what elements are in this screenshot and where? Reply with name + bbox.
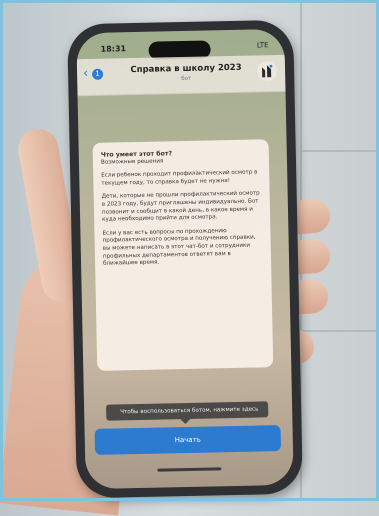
status-time: 18:31 bbox=[100, 44, 127, 54]
start-tooltip: Чтобы воспользоваться ботом, нажмите зде… bbox=[106, 401, 269, 421]
bot-avatar-glyph bbox=[262, 64, 273, 78]
status-indicators: LTE bbox=[256, 41, 269, 50]
bubble-paragraph-3: Если у вас есть вопросы по прохождению п… bbox=[102, 227, 256, 267]
chat-title: Справка в школу 2023 bbox=[130, 62, 242, 76]
chat-header: ‹ 1 Справка в школу 2023 бот bbox=[76, 54, 286, 97]
back-chevron-icon[interactable]: ‹ bbox=[83, 66, 89, 81]
start-button[interactable]: Начать bbox=[94, 425, 282, 455]
bot-avatar-icon[interactable] bbox=[256, 61, 278, 82]
bubble-paragraph-2: Дети, которые не прошли профилактический… bbox=[101, 190, 260, 223]
wall-seam bbox=[302, 330, 379, 332]
bubble-paragraph-1: Если ребенок проходит профилактический о… bbox=[101, 169, 258, 187]
bot-description-bubble: Что умеет этот бот? Возможные решения Ес… bbox=[92, 139, 274, 371]
home-indicator[interactable] bbox=[157, 467, 222, 472]
tooltip-arrow bbox=[180, 418, 191, 425]
smartphone: 18:31 LTE ‹ 1 Справка в школу 2023 бот Ч… bbox=[67, 19, 303, 499]
wall-seam bbox=[302, 150, 379, 152]
unread-badge[interactable]: 1 bbox=[91, 68, 104, 80]
phone-screen: 18:31 LTE ‹ 1 Справка в школу 2023 бот Ч… bbox=[76, 28, 294, 490]
chat-subtitle: бот bbox=[181, 75, 192, 83]
